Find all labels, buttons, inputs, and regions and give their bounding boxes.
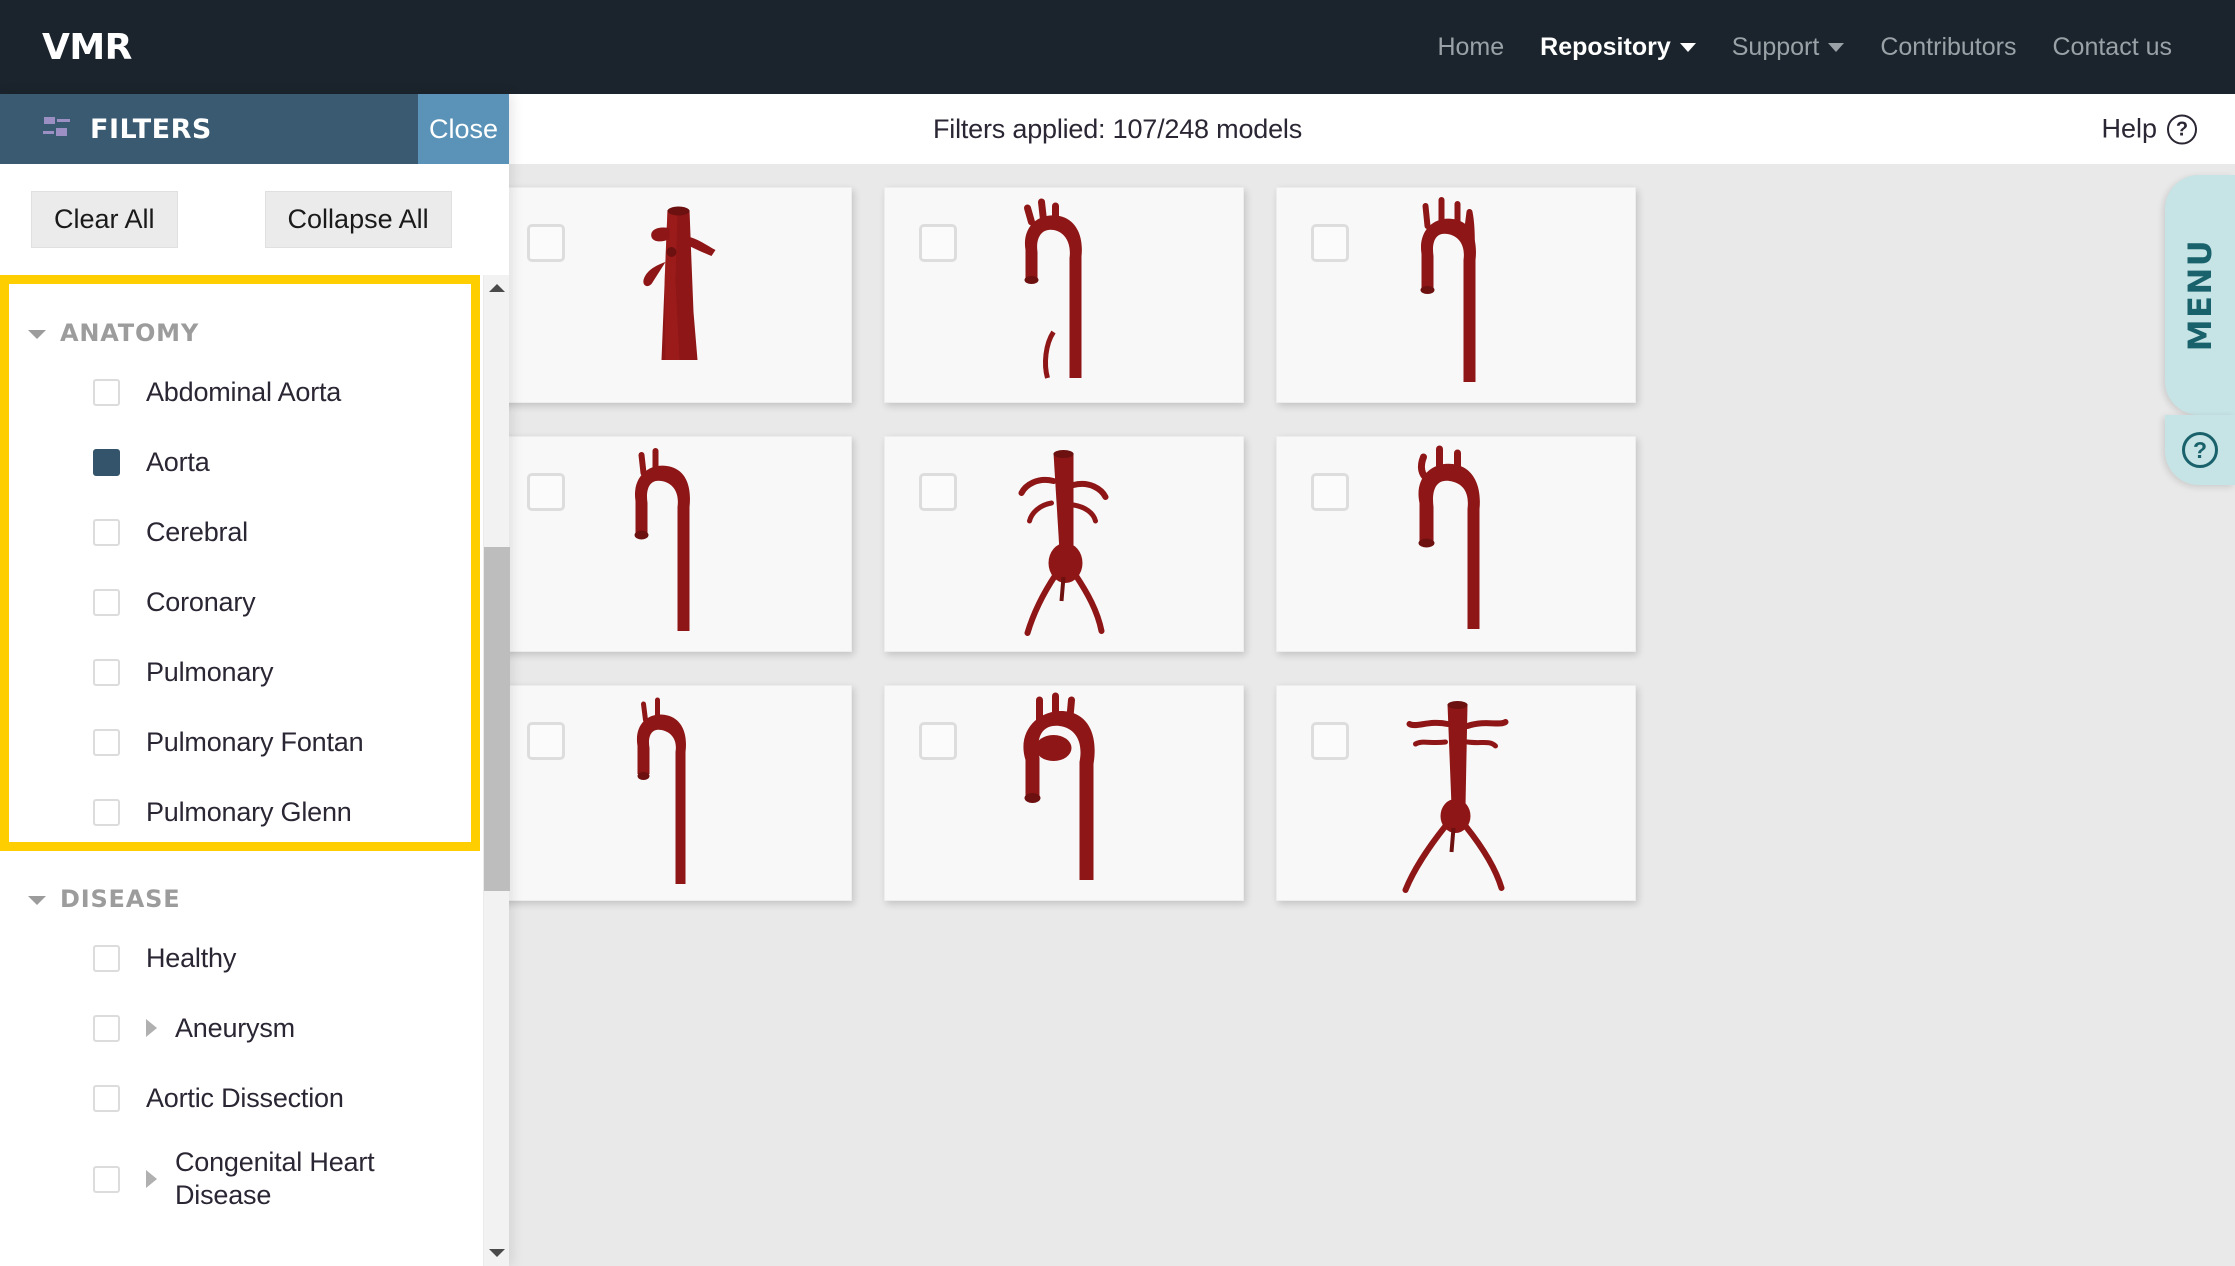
triangle-up-icon bbox=[489, 284, 505, 292]
model-thumbnail bbox=[1277, 686, 1635, 900]
nav-link-contributors[interactable]: Contributors bbox=[1862, 27, 2034, 68]
model-thumbnail bbox=[493, 188, 851, 402]
filter-checkbox[interactable] bbox=[93, 1014, 120, 1042]
filter-checkbox[interactable] bbox=[93, 1084, 120, 1112]
help-button[interactable]: Help ? bbox=[2101, 114, 2197, 145]
filter-option-label: Aortic Dissection bbox=[146, 1082, 344, 1113]
nav-link-repository-label: Repository bbox=[1540, 32, 1671, 61]
chevron-right-icon[interactable] bbox=[146, 1019, 157, 1037]
menu-side-tab-label: MENU bbox=[2181, 238, 2219, 352]
nav-links: Home Repository Support Contributors Con… bbox=[1419, 27, 2190, 68]
filter-checkbox[interactable] bbox=[93, 1165, 120, 1193]
model-select-checkbox[interactable] bbox=[527, 722, 565, 760]
triangle-down-icon bbox=[489, 1249, 505, 1257]
filters-panel: FILTERS Close Clear All Collapse All ANA… bbox=[0, 94, 510, 1266]
model-select-checkbox[interactable] bbox=[527, 224, 565, 262]
chevron-down-icon bbox=[1679, 43, 1696, 53]
nav-link-contact-us[interactable]: Contact us bbox=[2034, 27, 2190, 68]
help-label: Help bbox=[2101, 113, 2157, 144]
model-thumbnail bbox=[493, 686, 851, 900]
model-card[interactable] bbox=[884, 685, 1244, 901]
model-select-checkbox[interactable] bbox=[1311, 473, 1349, 511]
model-select-checkbox[interactable] bbox=[919, 224, 957, 262]
model-thumbnail bbox=[1277, 188, 1635, 402]
model-select-checkbox[interactable] bbox=[1311, 224, 1349, 262]
model-thumbnail bbox=[885, 437, 1243, 651]
top-navbar: VMR Home Repository Support Contributors… bbox=[0, 0, 2235, 94]
filter-option-row[interactable]: Aneurysm bbox=[28, 1003, 483, 1053]
chevron-down-icon bbox=[28, 895, 46, 905]
filter-groups-list: ANATOMY Abdominal Aorta Aorta Cerebral Coron… bbox=[0, 275, 483, 1266]
menu-side-tab[interactable]: MENU bbox=[2165, 175, 2235, 415]
filter-option-row[interactable]: Aortic Dissection bbox=[28, 1073, 483, 1123]
model-card[interactable] bbox=[492, 187, 852, 403]
filters-panel-header: FILTERS Close bbox=[0, 94, 509, 164]
collapse-all-button[interactable]: Collapse All bbox=[264, 190, 452, 249]
anatomy-highlight-box bbox=[0, 275, 480, 851]
model-select-checkbox[interactable] bbox=[919, 722, 957, 760]
scroll-down-button[interactable] bbox=[484, 1240, 510, 1266]
filter-group-header-disease[interactable]: DISEASE bbox=[28, 885, 483, 913]
scroll-up-button[interactable] bbox=[484, 275, 510, 301]
model-card[interactable] bbox=[884, 187, 1244, 403]
model-select-checkbox[interactable] bbox=[919, 473, 957, 511]
filter-scroll-wrap: ANATOMY Abdominal Aorta Aorta Cerebral Coron… bbox=[0, 275, 510, 1266]
model-card[interactable] bbox=[492, 436, 852, 652]
nav-link-support-label: Support bbox=[1731, 32, 1820, 61]
filter-checkbox[interactable] bbox=[93, 944, 120, 972]
nav-link-contributors-label: Contributors bbox=[1880, 32, 2017, 61]
model-card[interactable] bbox=[1276, 187, 1636, 403]
filter-option-label: Congenital Heart Disease bbox=[175, 1147, 375, 1210]
filter-option-row[interactable]: Congenital Heart Disease bbox=[28, 1143, 483, 1215]
model-card[interactable] bbox=[1276, 685, 1636, 901]
scrollbar-thumb[interactable] bbox=[484, 547, 510, 891]
model-select-checkbox[interactable] bbox=[527, 473, 565, 511]
menu-help-button[interactable]: ? bbox=[2165, 415, 2235, 485]
filter-option-label: Healthy bbox=[146, 942, 237, 973]
filter-actions: Clear All Collapse All bbox=[0, 164, 509, 275]
nav-link-contact-us-label: Contact us bbox=[2052, 32, 2172, 61]
model-card[interactable] bbox=[1276, 436, 1636, 652]
close-filters-button[interactable]: Close bbox=[418, 94, 509, 164]
filters-scrollbar[interactable] bbox=[483, 275, 510, 1266]
filters-panel-title: FILTERS bbox=[90, 113, 212, 145]
question-circle-icon: ? bbox=[2167, 114, 2197, 144]
model-thumbnail bbox=[885, 686, 1243, 900]
question-circle-icon: ? bbox=[2182, 432, 2218, 468]
application-root: VMR Home Repository Support Contributors… bbox=[0, 0, 2235, 1266]
model-thumbnail bbox=[1277, 437, 1635, 651]
filter-option-label: Aneurysm bbox=[175, 1012, 295, 1043]
filter-group-disease: DISEASE Healthy Aneurysm Aortic Dissection C… bbox=[0, 837, 483, 1215]
chevron-right-icon[interactable] bbox=[146, 1170, 157, 1188]
model-card[interactable] bbox=[492, 685, 852, 901]
model-thumbnail bbox=[493, 437, 851, 651]
nav-link-home-label: Home bbox=[1437, 32, 1505, 61]
model-select-checkbox[interactable] bbox=[1311, 722, 1349, 760]
model-thumbnail bbox=[885, 188, 1243, 402]
nav-link-repository[interactable]: Repository bbox=[1522, 27, 1714, 68]
sliders-icon bbox=[42, 113, 72, 146]
clear-all-button[interactable]: Clear All bbox=[31, 190, 178, 249]
chevron-down-icon bbox=[1828, 43, 1845, 53]
nav-link-support[interactable]: Support bbox=[1714, 27, 1863, 68]
filter-option-row[interactable]: Healthy bbox=[28, 933, 483, 983]
brand-logo[interactable]: VMR bbox=[42, 27, 132, 68]
filter-group-title: DISEASE bbox=[60, 885, 181, 913]
model-card[interactable] bbox=[884, 436, 1244, 652]
nav-link-home[interactable]: Home bbox=[1419, 27, 1522, 68]
